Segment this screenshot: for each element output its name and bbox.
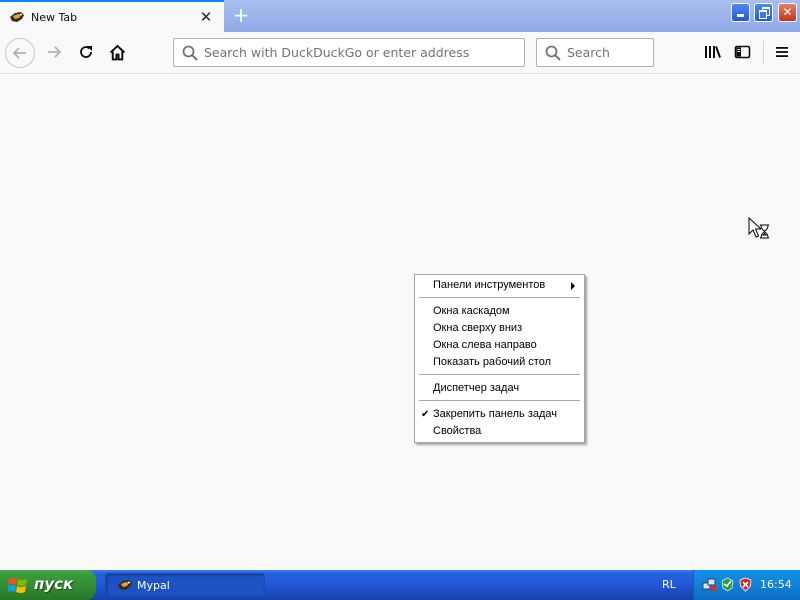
menu-separator [419, 400, 580, 401]
menu-separator [419, 297, 580, 298]
security-center-icon[interactable] [720, 577, 735, 592]
clock[interactable]: 16:54 [760, 578, 792, 591]
new-tab-button[interactable]: + [230, 4, 252, 26]
taskbar[interactable]: пуск Mypal RL 16:54 [0, 570, 800, 600]
menu-item-label: Диспетчер задач [433, 382, 520, 394]
tab-new-tab[interactable]: New Tab ✕ [0, 0, 224, 32]
minimize-icon [737, 14, 744, 17]
search-icon [182, 45, 198, 61]
home-button[interactable] [102, 37, 132, 67]
menu-item-show-desktop[interactable]: Показать рабочий стол [417, 354, 582, 371]
menu-item-label: Окна каскадом [433, 305, 510, 317]
menu-item-label: Закрепить панель задач [433, 408, 558, 420]
sidebar-icon [734, 45, 750, 59]
menu-item-cascade-windows[interactable]: Окна каскадом [417, 303, 582, 320]
menu-item-label: Окна сверху вниз [433, 322, 523, 334]
menu-item-lock-taskbar[interactable]: ✔ Закрепить панель задач [417, 406, 582, 423]
close-window-button[interactable]: ✕ [778, 3, 797, 22]
menu-item-label: Окна слева направо [433, 339, 537, 351]
checkmark-icon: ✔ [421, 409, 430, 420]
address-bar[interactable] [173, 38, 525, 67]
forward-button[interactable] [39, 37, 69, 67]
forward-arrow-icon [48, 46, 62, 58]
library-icon [704, 46, 721, 58]
hamburger-icon [776, 47, 788, 57]
toolbar-separator [763, 41, 764, 65]
tab-title: New Tab [31, 11, 78, 24]
language-indicator[interactable]: RL [662, 578, 676, 591]
restore-icon [758, 7, 770, 19]
windows-logo-icon [8, 578, 27, 593]
library-button[interactable] [697, 37, 727, 67]
close-tab-icon[interactable]: ✕ [198, 9, 214, 25]
menu-item-label: Панели инструментов [433, 279, 546, 291]
search-input[interactable] [567, 40, 649, 65]
menu-item-toolbars[interactable]: Панели инструментов [417, 277, 582, 294]
taskbar-button-mypal[interactable]: Mypal [105, 573, 265, 597]
open-menu-button[interactable] [767, 37, 797, 67]
system-tray: 16:54 [693, 570, 800, 600]
reload-icon [80, 46, 92, 58]
network-icon[interactable] [702, 577, 717, 592]
menu-separator [419, 374, 580, 375]
menu-item-tile-vertically[interactable]: Окна слева направо [417, 337, 582, 354]
close-icon: ✕ [782, 5, 793, 19]
menu-item-label: Свойства [433, 425, 482, 437]
submenu-arrow-icon [571, 282, 575, 290]
menu-item-task-manager[interactable]: Диспетчер задач [417, 380, 582, 397]
search-bar[interactable] [536, 38, 654, 67]
start-button[interactable]: пуск [0, 570, 96, 600]
taskbar-context-menu: Панели инструментов Окна каскадом Окна с… [414, 274, 585, 443]
menu-item-properties[interactable]: Свойства [417, 423, 582, 440]
menu-item-label: Показать рабочий стол [433, 356, 552, 368]
back-arrow-icon [12, 47, 26, 59]
address-input[interactable] [204, 40, 519, 65]
page-content[interactable] [0, 74, 800, 570]
shield-icon[interactable] [738, 577, 753, 592]
back-button[interactable] [5, 38, 35, 68]
task-label: Mypal [137, 579, 170, 592]
mypal-icon [10, 12, 24, 22]
busy-cursor-icon [748, 217, 769, 239]
minimize-button[interactable] [731, 3, 750, 22]
reload-button[interactable] [71, 37, 101, 67]
start-label: пуск [34, 575, 74, 593]
title-bar: New Tab ✕ + ✕ [0, 0, 800, 32]
mypal-icon [118, 580, 132, 590]
sidebar-button[interactable] [727, 37, 757, 67]
navigation-toolbar [0, 32, 800, 74]
search-icon [545, 45, 561, 61]
restore-button[interactable] [754, 3, 773, 22]
menu-item-tile-horizontally[interactable]: Окна сверху вниз [417, 320, 582, 337]
home-icon [109, 44, 125, 60]
